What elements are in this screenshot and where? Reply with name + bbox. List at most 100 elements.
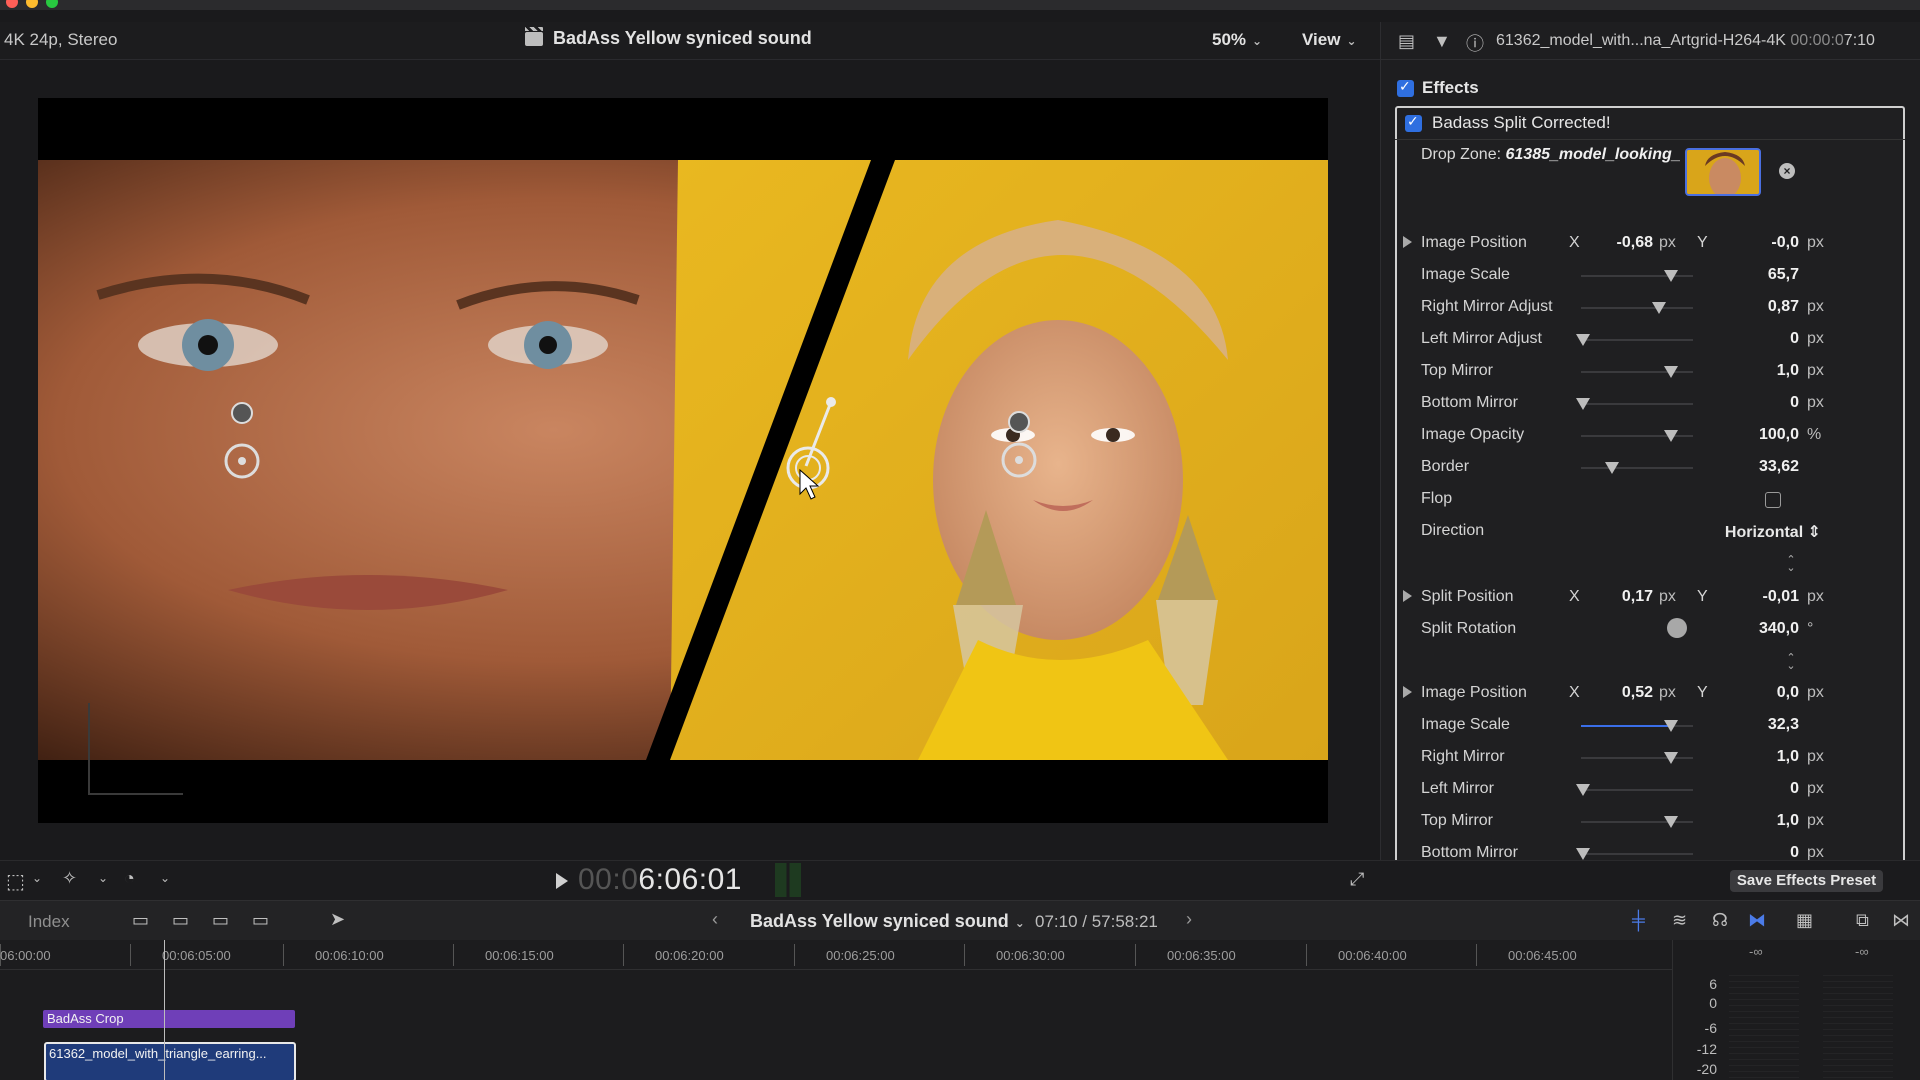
param-row-border[interactable]: Border 33,62 [1381,452,1920,484]
param-value-field[interactable]: 33,62 [1681,458,1799,476]
flop-checkbox[interactable] [1765,492,1781,508]
param-row-right-mirror-adjust[interactable]: Right Mirror Adjust 0,87 px [1381,292,1920,324]
param-value-field[interactable]: 340,0 [1681,620,1799,638]
param-value-field[interactable]: 100,0 [1681,426,1799,444]
index-button[interactable]: Index [28,912,70,932]
param-row-left-mirror-adjust[interactable]: Left Mirror Adjust 0 px [1381,324,1920,356]
direction-select[interactable]: Horizontal ⇕ [1681,522,1821,542]
param-row-right-mirror[interactable]: Right Mirror 1,0 px [1381,742,1920,774]
insert-clip-icon[interactable]: ▭ [172,910,189,931]
param-slider[interactable] [1581,302,1693,314]
slider-knob[interactable] [1663,816,1678,828]
param-row-image-scale[interactable]: Image Scale 65,7 [1381,260,1920,292]
slider-knob[interactable] [1605,462,1620,474]
chevron-right-icon[interactable]: › [1186,909,1192,930]
chevron-down-icon[interactable]: ⌄ [32,871,42,885]
select-tool-icon[interactable]: ➤ [330,909,345,930]
disclosure-triangle-icon[interactable] [1403,236,1412,248]
speed-gauge-icon[interactable]: ◔ [124,868,135,889]
effects-checkbox[interactable] [1397,78,1414,97]
disclosure-triangle-icon[interactable] [1403,590,1412,602]
param-value-field[interactable]: 1,0 [1681,812,1799,830]
slider-knob[interactable] [1576,398,1591,410]
param-slider[interactable] [1581,720,1693,732]
x-value-field[interactable]: 0,52 [1581,684,1653,702]
audio-skimming-icon[interactable]: ≋ [1672,910,1687,931]
chevron-left-icon[interactable]: ‹ [712,909,718,930]
save-effects-preset-button[interactable]: Save Effects Preset [1730,870,1883,892]
param-value-field[interactable]: 0 [1681,394,1799,412]
drop-zone-thumbnail[interactable] [1685,148,1761,196]
param-slider[interactable] [1581,270,1693,282]
slider-knob[interactable] [1576,848,1591,860]
y-value-field[interactable]: -0,01 [1681,588,1799,606]
clear-drop-zone-icon[interactable]: × [1779,163,1795,179]
param-row-image-position[interactable]: Image Position X -0,68 px Y -0,0 px [1381,228,1920,260]
slider-knob[interactable] [1652,302,1667,314]
zoom-window-button[interactable] [46,0,58,8]
transform-icon[interactable]: ⬚ [6,869,25,894]
param-slider[interactable] [1581,816,1693,828]
timeline[interactable]: 06:00:00 00:06:05:00 00:06:10:00 00:06:15:0… [0,940,1672,1080]
transitions-browser-icon[interactable]: ⋈ [1892,910,1910,931]
x-value-field[interactable]: 0,17 [1581,588,1653,606]
snapping-icon[interactable]: ⧓ [1748,910,1766,931]
info-icon[interactable]: ⓘ [1466,30,1484,56]
timeline-project-title[interactable]: BadAss Yellow syniced sound ⌄ [750,911,1025,932]
param-slider[interactable] [1576,784,1693,796]
param-row-top-mirror[interactable]: Top Mirror 1,0 px [1381,356,1920,388]
stepper-icon[interactable]: ⌃ ⌄ [1785,653,1797,672]
minimize-window-button[interactable] [26,0,38,8]
param-row-image-opacity[interactable]: Image Opacity 100,0% [1381,420,1920,452]
param-row-image-scale[interactable]: Image Scale 32,3 [1381,710,1920,742]
color-inspector-icon[interactable]: ▼ [1433,31,1451,52]
title-clip[interactable]: BadAss Crop [43,1010,295,1028]
x-value-field[interactable]: -0,68 [1581,234,1653,252]
playhead[interactable] [164,940,165,1080]
param-value-field[interactable]: 32,3 [1681,716,1799,734]
slider-knob[interactable] [1663,270,1678,282]
slider-knob[interactable] [1576,334,1591,346]
headphones-icon[interactable]: ☊ [1712,910,1728,931]
param-row-split-rotation[interactable]: Split Rotation 340,0 ° [1381,614,1920,646]
param-row-image-position[interactable]: Image Position X 0,52 px Y 0,0 px [1381,678,1920,710]
chevron-down-icon[interactable]: ⌄ [160,871,170,885]
effect-enable-checkbox[interactable] [1405,113,1422,132]
param-slider[interactable] [1576,848,1693,860]
zoom-menu[interactable]: 50% ⌄ [1212,30,1262,50]
video-clip[interactable]: 61362_model_with_triangle_earring... [44,1042,296,1080]
param-value-field[interactable]: 65,7 [1681,266,1799,284]
chevron-down-icon[interactable]: ⌄ [98,871,108,885]
effects-section-toggle[interactable]: Effects [1397,78,1479,98]
play-button[interactable] [556,873,568,889]
param-slider[interactable] [1581,752,1693,764]
disclosure-triangle-icon[interactable] [1403,686,1412,698]
param-slider[interactable] [1581,366,1693,378]
effects-browser-icon[interactable]: ⧉ [1856,910,1869,931]
fullscreen-icon[interactable]: ⤢ [1350,869,1364,890]
viewer-canvas[interactable] [38,98,1328,823]
y-value-field[interactable]: 0,0 [1681,684,1799,702]
param-value-field[interactable]: 1,0 [1681,748,1799,766]
param-row-top-mirror[interactable]: Top Mirror 1,0 px [1381,806,1920,838]
timecode-display[interactable]: 00:06:06:01 [578,863,742,897]
close-window-button[interactable] [6,0,18,8]
timeline-ruler[interactable]: 06:00:00 00:06:05:00 00:06:10:00 00:06:15:0… [0,940,1672,970]
effect-header[interactable]: Badass Split Corrected! [1395,106,1905,140]
clip-appearance-icon[interactable]: ▦ [1796,910,1813,931]
y-value-field[interactable]: -0,0 [1681,234,1799,252]
param-slider[interactable] [1581,430,1693,442]
skimming-icon[interactable]: ╪ [1632,910,1645,931]
video-inspector-icon[interactable]: ▤ [1398,31,1415,52]
connect-clip-icon[interactable]: ▭ [132,910,149,931]
param-row-left-mirror[interactable]: Left Mirror 0 px [1381,774,1920,806]
slider-knob[interactable] [1663,752,1678,764]
param-row-direction[interactable]: Direction Horizontal ⇕ [1381,516,1920,548]
slider-knob[interactable] [1663,430,1678,442]
param-row-split-position[interactable]: Split Position X 0,17 px Y -0,01 px [1381,582,1920,614]
param-value-field[interactable]: 1,0 [1681,362,1799,380]
param-value-field[interactable]: 0 [1681,780,1799,798]
param-value-field[interactable]: 0 [1681,330,1799,348]
param-value-field[interactable]: 0,87 [1681,298,1799,316]
slider-knob[interactable] [1663,720,1678,732]
